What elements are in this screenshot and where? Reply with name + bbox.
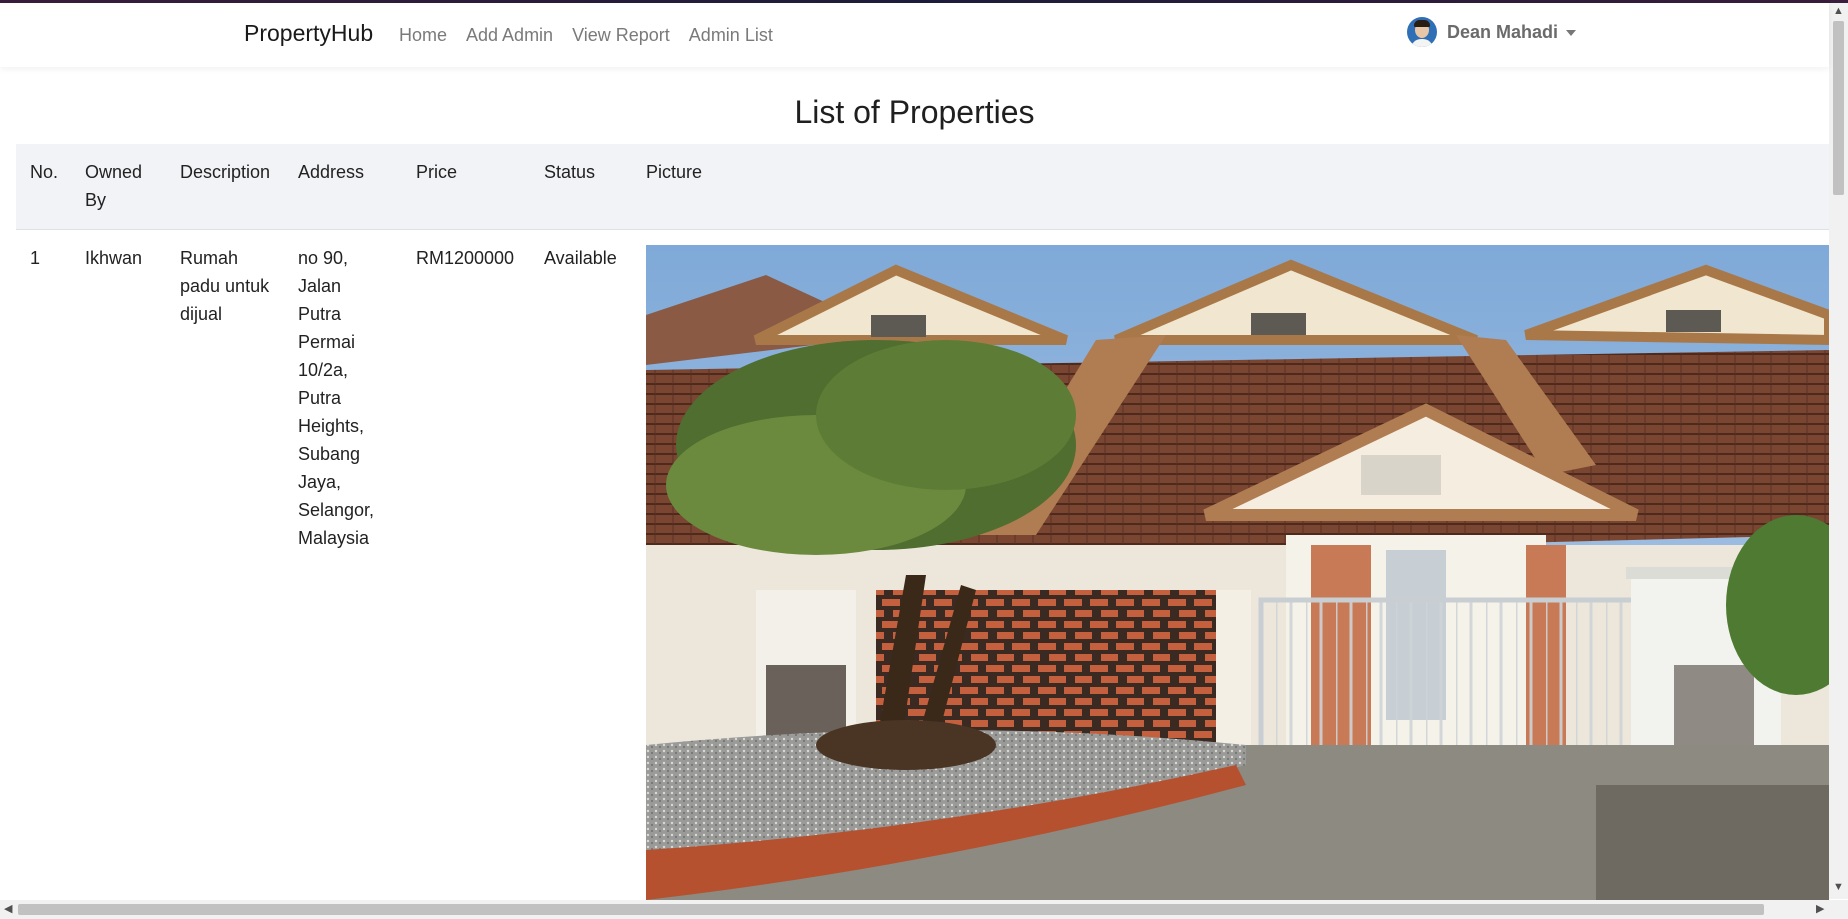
scroll-right-icon[interactable]: ▶ [1816,902,1824,915]
header-no: No. [30,162,59,182]
cell-owned-by: Ikhwan [85,248,143,268]
cell-status: Available [544,248,617,268]
cell-description: Rumah padu untuk dijual [180,248,270,324]
header-status: Status [544,162,596,182]
header-picture: Picture [646,162,703,182]
cell-no: 1 [30,248,41,268]
page-title: List of Properties [794,94,1035,130]
top-navbar: PropertyHub Home Add Admin View Report A… [0,3,1829,67]
nav-link-add-admin[interactable]: Add Admin [466,25,553,46]
horizontal-scroll-thumb[interactable] [18,904,1764,915]
cell-address: no 90, Jalan Putra Permai 10/2a, Putra H… [298,248,375,548]
property-picture [646,245,1829,900]
scroll-left-icon[interactable]: ◀ [4,902,12,915]
table-header: No. Owned By Description Address Price S… [16,144,1829,230]
brand-logo[interactable]: PropertyHub [244,20,373,47]
horizontal-scrollbar[interactable]: ◀ ▶ [0,900,1848,919]
header-price: Price [416,162,458,182]
nav-links: Home Add Admin View Report Admin List [399,25,792,46]
user-menu-toggle[interactable]: Dean Mahadi [1407,17,1577,47]
chevron-down-icon [1566,30,1577,36]
scroll-up-icon[interactable]: ▲ [1833,5,1844,17]
cell-price: RM1200000 [416,248,515,268]
scroll-down-icon[interactable]: ▼ [1833,881,1844,893]
vertical-scrollbar[interactable]: ▲ ▼ [1829,3,1848,899]
header-owned-by: Owned By [85,162,143,210]
nav-link-home[interactable]: Home [399,25,447,46]
header-description: Description [180,162,271,182]
vertical-scroll-thumb[interactable] [1833,21,1844,195]
header-address: Address [298,162,365,182]
user-avatar-icon [1407,17,1437,47]
nav-link-view-report[interactable]: View Report [572,25,670,46]
nav-link-admin-list[interactable]: Admin List [689,25,773,46]
user-name: Dean Mahadi [1447,21,1559,42]
